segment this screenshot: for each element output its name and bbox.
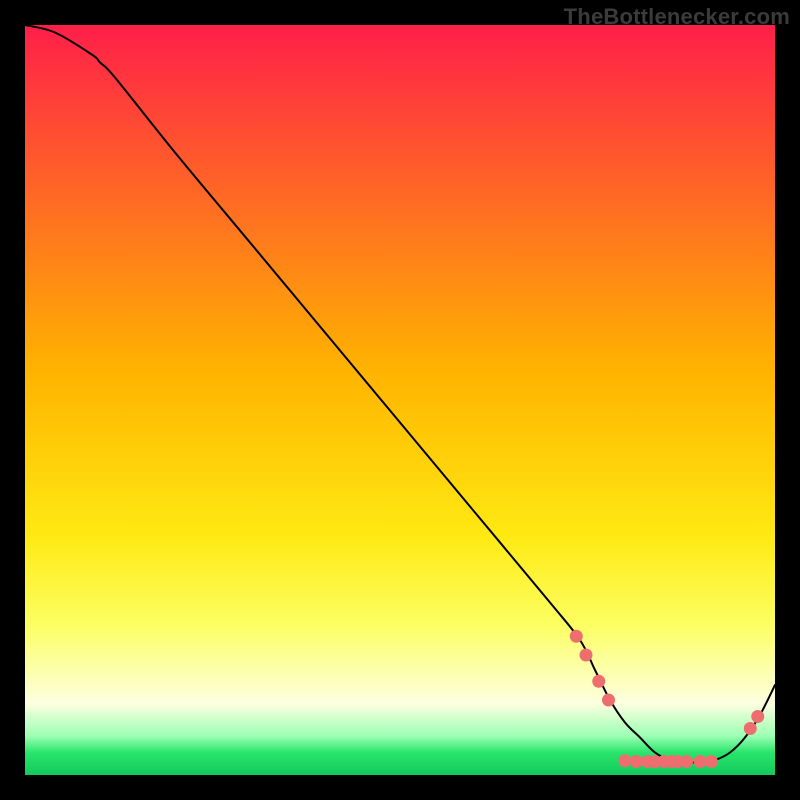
chart-frame: TheBottlenecker.com (0, 0, 800, 800)
marker-dot (619, 754, 632, 767)
marker-dot (570, 630, 583, 643)
chart-plot-area (25, 25, 775, 775)
marker-dot (592, 675, 605, 688)
marker-dot (680, 755, 693, 768)
marker-dot (602, 694, 615, 707)
marker-dot (580, 649, 593, 662)
chart-svg (25, 25, 775, 775)
marker-dot (705, 755, 718, 768)
marker-dot (751, 710, 764, 723)
chart-background (25, 25, 775, 775)
marker-dot (630, 755, 643, 768)
marker-dot (744, 722, 757, 735)
marker-dot (694, 755, 707, 768)
